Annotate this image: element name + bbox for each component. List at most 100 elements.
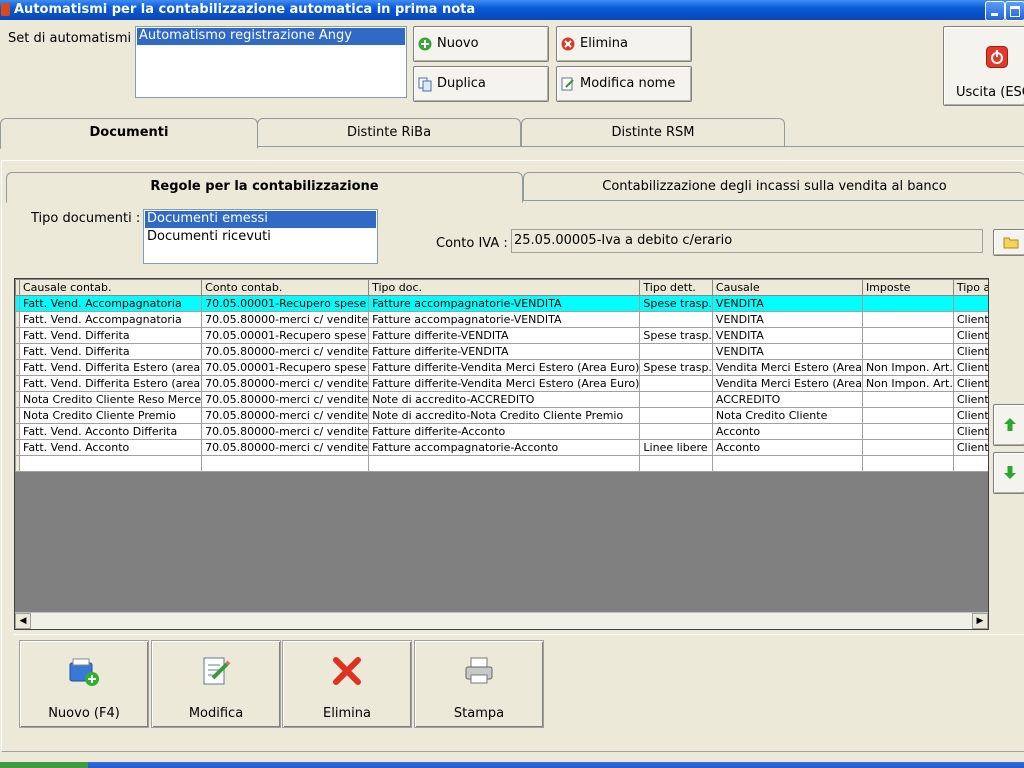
table-cell[interactable]: [952, 455, 988, 472]
subtab-incassi[interactable]: Contabilizzazione degli incassi sulla ve…: [523, 172, 1024, 200]
tipo-documenti-item-emessi[interactable]: Documenti emessi: [145, 211, 376, 228]
table-cell[interactable]: Fatture differite-VENDITA: [368, 343, 641, 360]
column-header[interactable]: Conto contab.: [201, 279, 370, 296]
table-cell[interactable]: Fatture differite-Vendita Merci Estero (…: [368, 375, 641, 392]
table-cell[interactable]: [861, 295, 954, 312]
table-cell[interactable]: [639, 423, 713, 440]
table-cell[interactable]: Fatt. Vend. Acconto: [18, 439, 203, 456]
table-cell[interactable]: VENDITA: [711, 311, 863, 328]
table-cell[interactable]: [861, 407, 954, 424]
table-cell[interactable]: Clienti: [952, 343, 988, 360]
table-cell[interactable]: Clienti: [952, 375, 988, 392]
table-cell[interactable]: [711, 455, 863, 472]
table-cell[interactable]: Clienti: [952, 327, 988, 344]
table-cell[interactable]: [18, 455, 203, 472]
conto-iva-browse-button[interactable]: [993, 229, 1024, 256]
table-cell[interactable]: Clienti: [952, 359, 988, 376]
table-cell[interactable]: Nota Credito Cliente Premio: [18, 407, 203, 424]
table-cell[interactable]: [639, 343, 713, 360]
table-cell[interactable]: Fatture accompagnatorie-VENDITA: [368, 311, 641, 328]
table-row[interactable]: Nota Credito Cliente Reso Merce 70.05.800…: [15, 391, 988, 408]
delete-set-button[interactable]: Elimina: [556, 26, 692, 62]
table-cell[interactable]: Spese trasp.: [639, 327, 713, 344]
table-row[interactable]: Fatt. Vend. Accompagnatoria 70.05.80000-m…: [15, 311, 988, 328]
table-cell[interactable]: Fatt. Vend. Accompagnatoria: [18, 295, 203, 312]
table-cell[interactable]: Nota Credito Cliente Reso Merce: [18, 391, 203, 408]
table-cell[interactable]: Fatture accompagnatorie-VENDITA: [368, 295, 641, 312]
table-cell[interactable]: [861, 423, 954, 440]
table-cell[interactable]: [861, 455, 954, 472]
column-header[interactable]: Tipo doc.: [368, 279, 641, 296]
tab-distinte-riba[interactable]: Distinte RiBa: [257, 118, 521, 146]
table-cell[interactable]: Clienti: [952, 439, 988, 456]
table-cell[interactable]: Spese trasp.: [639, 359, 713, 376]
table-cell[interactable]: 70.05.80000-merci c/ vendite: [201, 439, 370, 456]
table-cell[interactable]: 70.05.80000-merci c/ vendite: [201, 423, 370, 440]
tipo-documenti-item-ricevuti[interactable]: Documenti ricevuti: [145, 229, 271, 244]
duplicate-set-button[interactable]: Duplica: [413, 66, 549, 102]
table-cell[interactable]: Clienti: [952, 391, 988, 408]
move-up-button[interactable]: [993, 404, 1024, 446]
table-cell[interactable]: Fatt. Vend. Accompagnatoria: [18, 311, 203, 328]
table-row[interactable]: Fatt. Vend. Differita 70.05.80000-merci c…: [15, 343, 988, 360]
table-cell[interactable]: [639, 407, 713, 424]
table-row[interactable]: Fatt. Vend. Differita Estero (area 70.05.…: [15, 359, 988, 376]
table-cell[interactable]: Fatt. Vend. Differita: [18, 343, 203, 360]
start-button[interactable]: [0, 762, 88, 768]
tab-documenti[interactable]: Documenti: [0, 118, 258, 149]
table-cell[interactable]: [368, 455, 641, 472]
column-header[interactable]: Causale contab.: [18, 279, 203, 296]
scroll-right-button[interactable]: ▶: [972, 613, 988, 629]
table-cell[interactable]: [201, 455, 370, 472]
table-cell[interactable]: Non Impon. Art.: [861, 359, 954, 376]
table-cell[interactable]: Fatt. Vend. Differita: [18, 327, 203, 344]
table-cell[interactable]: ACCREDITO: [711, 391, 863, 408]
table-cell[interactable]: Clienti: [952, 407, 988, 424]
table-row[interactable]: Nota Credito Cliente Premio 70.05.80000-m…: [15, 407, 988, 424]
table-cell[interactable]: [861, 439, 954, 456]
table-cell[interactable]: Spese trasp.: [639, 295, 713, 312]
rules-grid[interactable]: Causale contab. Conto contab. Tipo doc. …: [14, 278, 989, 630]
print-button[interactable]: Stampa: [414, 640, 544, 728]
table-cell[interactable]: Non Impon. Art.: [861, 375, 954, 392]
maximize-button[interactable]: [1005, 1, 1024, 21]
rename-set-button[interactable]: Modifica nome: [556, 66, 692, 102]
new-rule-button[interactable]: Nuovo (F4): [19, 640, 149, 728]
table-cell[interactable]: [861, 391, 954, 408]
move-down-button[interactable]: [993, 452, 1024, 494]
table-cell[interactable]: [639, 455, 713, 472]
table-row[interactable]: Fatt. Vend. Acconto Differita 70.05.80000…: [15, 423, 988, 440]
table-cell[interactable]: [639, 391, 713, 408]
set-item[interactable]: Automatismo registrazione Angy: [137, 28, 405, 45]
table-cell[interactable]: 70.05.00001-Recupero spese: [201, 295, 370, 312]
table-cell[interactable]: [861, 311, 954, 328]
exit-button[interactable]: Uscita (ESC): [943, 26, 1024, 106]
table-cell[interactable]: Fatt. Vend. Acconto Differita: [18, 423, 203, 440]
table-cell[interactable]: [952, 295, 988, 312]
new-set-button[interactable]: Nuovo: [413, 26, 549, 62]
table-cell[interactable]: Linee libere: [639, 439, 713, 456]
table-row[interactable]: [15, 455, 988, 472]
table-cell[interactable]: Acconto: [711, 439, 863, 456]
table-cell[interactable]: 70.05.80000-merci c/ vendite: [201, 375, 370, 392]
table-row[interactable]: Fatt. Vend. Accompagnatoria 70.05.00001-R…: [15, 295, 988, 312]
table-cell[interactable]: Acconto: [711, 423, 863, 440]
column-header[interactable]: Causale: [711, 279, 863, 296]
table-cell[interactable]: Vendita Merci Estero (Area: [711, 359, 863, 376]
table-cell[interactable]: [639, 375, 713, 392]
table-row[interactable]: Fatt. Vend. Differita Estero (area 70.05.…: [15, 375, 988, 392]
table-cell[interactable]: Fatt. Vend. Differita Estero (area: [18, 359, 203, 376]
table-row[interactable]: Fatt. Vend. Acconto 70.05.80000-merci c/ …: [15, 439, 988, 456]
edit-rule-button[interactable]: Modifica: [151, 640, 281, 728]
table-cell[interactable]: 70.05.00001-Recupero spese: [201, 327, 370, 344]
table-cell[interactable]: [639, 311, 713, 328]
table-cell[interactable]: VENDITA: [711, 343, 863, 360]
tipo-documenti-listbox[interactable]: Documenti emessi Documenti ricevuti: [143, 209, 378, 264]
horizontal-scrollbar[interactable]: ◀ ▶: [15, 612, 988, 629]
table-cell[interactable]: 70.05.00001-Recupero spese: [201, 359, 370, 376]
set-listbox[interactable]: Automatismo registrazione Angy: [135, 26, 407, 98]
table-cell[interactable]: Clienti: [952, 311, 988, 328]
tab-distinte-rsm[interactable]: Distinte RSM: [521, 118, 785, 146]
table-cell[interactable]: VENDITA: [711, 327, 863, 344]
column-header[interactable]: Tipo anag.: [952, 279, 988, 296]
